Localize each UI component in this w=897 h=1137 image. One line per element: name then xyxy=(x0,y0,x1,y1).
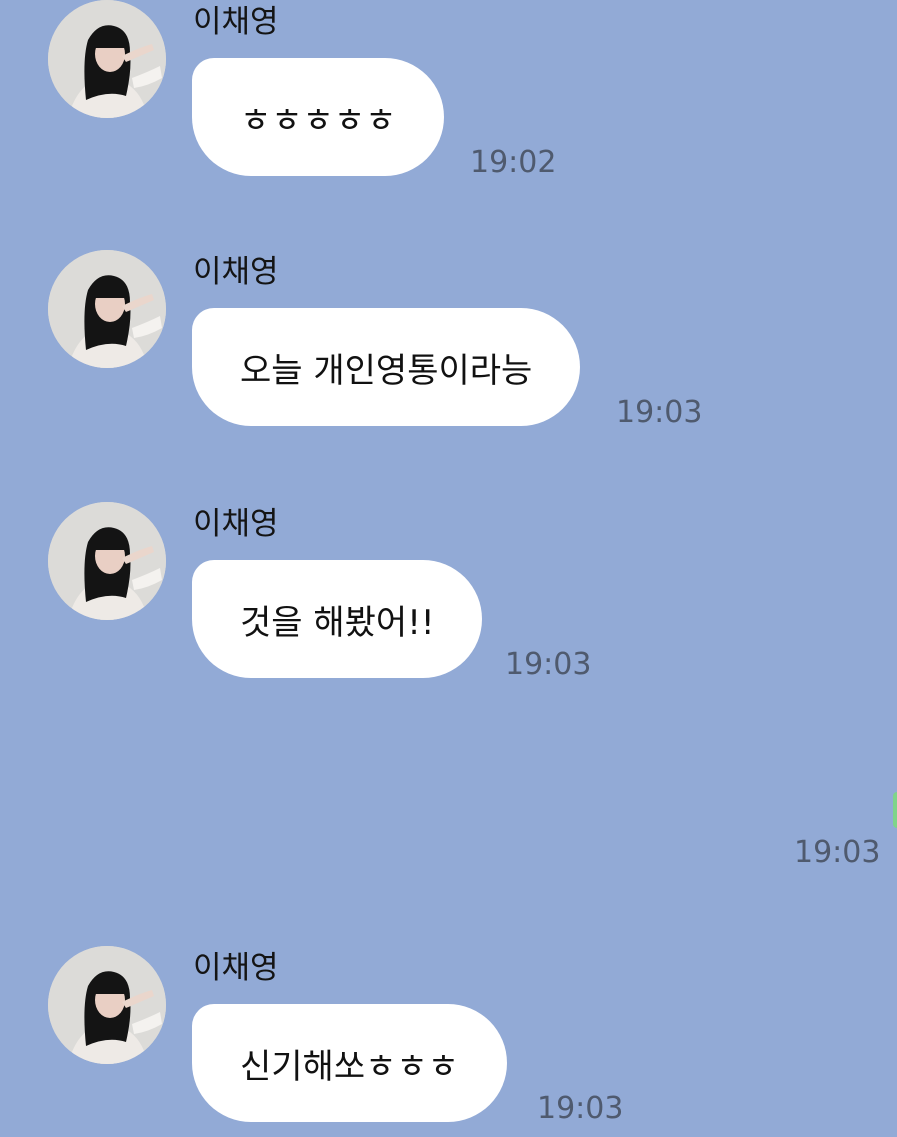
sender-avatar[interactable] xyxy=(48,946,166,1064)
incoming-message: 이채영 신기해쏘ㅎㅎㅎ 19:03 xyxy=(0,946,897,1126)
incoming-message: 이채영 오늘 개인영통이라능 19:03 xyxy=(0,250,897,430)
sender-name: 이채영 xyxy=(193,506,279,542)
sender-avatar[interactable] xyxy=(48,502,166,620)
incoming-message: 이채영 것을 해봤어!! 19:03 xyxy=(0,502,897,682)
sender-name: 이채영 xyxy=(193,4,279,40)
avatar-photo-icon xyxy=(48,946,166,1064)
sender-avatar[interactable] xyxy=(48,0,166,118)
message-time: 19:03 xyxy=(616,395,703,430)
avatar-photo-icon xyxy=(48,0,166,118)
sender-name: 이채영 xyxy=(193,950,279,986)
avatar-photo-icon xyxy=(48,502,166,620)
outgoing-message-time: 19:03 xyxy=(794,835,881,870)
sender-avatar[interactable] xyxy=(48,250,166,368)
message-bubble[interactable]: 오늘 개인영통이라능 xyxy=(192,308,581,426)
message-time: 19:03 xyxy=(537,1091,624,1126)
message-bubble[interactable]: ㅎㅎㅎㅎㅎ xyxy=(192,58,445,176)
avatar-photo-icon xyxy=(48,250,166,368)
message-bubble[interactable]: 신기해쏘ㅎㅎㅎ xyxy=(192,1004,507,1122)
message-bubble[interactable]: 것을 해봤어!! xyxy=(192,560,483,678)
message-time: 19:03 xyxy=(505,647,592,682)
outgoing-message-edge xyxy=(893,792,897,828)
incoming-message: 이채영 ㅎㅎㅎㅎㅎ 19:02 xyxy=(0,0,897,180)
sender-name: 이채영 xyxy=(193,254,279,290)
message-time: 19:02 xyxy=(470,145,557,180)
chat-thread[interactable]: 이채영 ㅎㅎㅎㅎㅎ 19:02 이채영 오늘 개인영통이라능 19:03 이채영… xyxy=(0,0,897,1137)
